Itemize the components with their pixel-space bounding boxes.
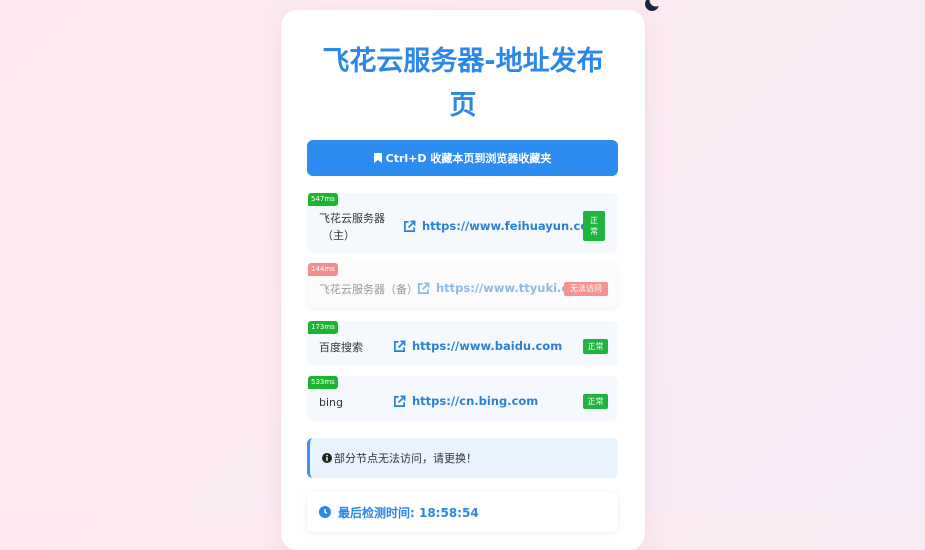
external-link-icon (394, 340, 406, 352)
latency-badge: 144ms (308, 263, 338, 276)
site-name: bing (319, 396, 343, 409)
bookmark-icon (373, 153, 382, 163)
last-check-text: 最后检测时间: 18:58:54 (338, 505, 479, 520)
notice-text: 部分节点无法访问，请更换！ (334, 452, 477, 465)
info-icon (322, 453, 332, 463)
status-badge: 无法访问 (564, 282, 608, 296)
bookmark-button-label: Ctrl+D 收藏本页到浏览器收藏夹 (385, 152, 552, 165)
external-link-icon (394, 395, 406, 407)
external-link-icon (404, 220, 416, 232)
site-link[interactable]: https://www.ttyuki.cn (417, 281, 576, 295)
status-badge: 正常 (583, 339, 608, 354)
theme-moon-icon[interactable] (642, 0, 662, 14)
latency-badge: 547ms (308, 193, 338, 206)
status-badge: 正常 (583, 394, 608, 409)
address-card: 飞花云服务器-地址发布页 Ctrl+D 收藏本页到浏览器收藏夹 547ms 飞花… (281, 10, 645, 550)
site-row-bing: 533ms bing https://cn.bing.com 正常 (307, 376, 618, 421)
status-badge: 正 常 (583, 211, 605, 241)
site-link[interactable]: https://www.feihuayun.com (403, 219, 600, 233)
external-link-icon (418, 282, 430, 294)
site-row-baidu: 173ms 百度搜索 https://www.baidu.com 正常 (307, 321, 618, 366)
latency-badge: 533ms (308, 376, 338, 389)
site-name: 百度搜索 (319, 341, 363, 354)
notice-alert: 部分节点无法访问，请更换！ (307, 438, 618, 478)
page-title: 飞花云服务器-地址发布页 (322, 46, 604, 121)
clock-icon (319, 506, 331, 518)
site-name: 飞花云服务器 （主） (319, 212, 385, 242)
last-check-panel: 最后检测时间: 18:58:54 (307, 492, 618, 532)
site-link[interactable]: https://cn.bing.com (393, 394, 538, 408)
latency-badge: 173ms (308, 321, 338, 334)
site-name: 飞花云服务器（备） (319, 283, 418, 296)
site-row-primary: 547ms 飞花云服务器 （主） https://www.feihuayun.c… (307, 193, 618, 253)
bookmark-button[interactable]: Ctrl+D 收藏本页到浏览器收藏夹 (307, 140, 618, 176)
site-link[interactable]: https://www.baidu.com (393, 339, 562, 353)
site-row-backup: 144ms 飞花云服务器（备） https://www.ttyuki.cn 无法… (307, 263, 618, 308)
